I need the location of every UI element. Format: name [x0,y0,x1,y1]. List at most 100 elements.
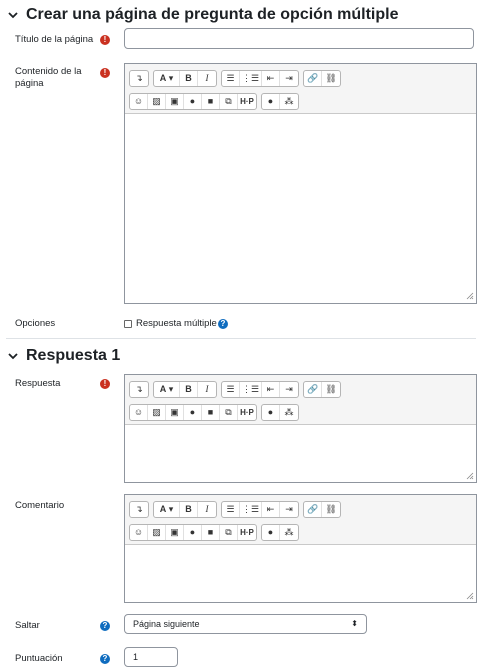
editor-toolbar: ↴ A ▾ B I ☰ ⋮☰ ⇤ ⇥ 🔗 ⛓ ☺ ▨ ▣ ● ■ ⧉ H·P ●… [125,64,476,114]
collapse-toolbar-icon[interactable]: ↴ [130,71,148,86]
editor-content-area[interactable] [125,545,476,602]
microphone-icon[interactable]: ● [184,404,202,420]
unordered-list-icon[interactable]: ☰ [222,501,240,517]
answer-label: Respuesta [15,378,61,389]
editor-content-area[interactable] [125,114,476,302]
font-style-button[interactable]: A ▾ [154,70,180,86]
page-title-label: Título de la página [15,34,94,45]
h5p-button[interactable]: H·P [238,94,256,109]
h5p-label: H·P [240,407,254,417]
section-title: Crear una página de pregunta de opción m… [26,6,399,23]
accessibility-checker-icon[interactable]: ● [262,524,280,540]
h5p-label: H·P [240,96,254,106]
editor-toolbar: ↴ A ▾ B I ☰ ⋮☰ ⇤ ⇥ 🔗 ⛓ ☺ ▨ ▣ ● ■ ⧉ H·P ●… [125,375,476,425]
unlink-icon[interactable]: ⛓ [322,502,340,517]
screenreader-helper-icon[interactable]: ⁂ [280,94,298,109]
ordered-list-icon[interactable]: ⋮☰ [240,70,263,86]
accessibility-checker-icon[interactable]: ● [262,404,280,420]
resize-handle-icon[interactable] [466,292,474,300]
manage-files-icon[interactable]: ⧉ [220,524,238,540]
indent-icon[interactable]: ⇥ [280,382,298,397]
accessibility-checker-icon[interactable]: ● [262,93,280,109]
image-icon[interactable]: ▨ [148,93,166,109]
unordered-list-icon[interactable]: ☰ [222,381,240,397]
chevron-down-icon[interactable] [6,349,20,363]
chevron-down-icon[interactable] [6,8,20,22]
editor-toolbar: ↴ A ▾ B I ☰ ⋮☰ ⇤ ⇥ 🔗 ⛓ ☺ ▨ ▣ ● ■ ⧉ H·P ●… [125,495,476,545]
multiple-answer-checkbox[interactable] [124,320,132,328]
collapse-toolbar-icon[interactable]: ↴ [130,382,148,397]
h5p-button[interactable]: H·P [238,525,256,540]
font-style-label: A [159,504,167,514]
emoji-icon[interactable]: ☺ [130,524,148,540]
editor-content-area[interactable] [125,425,476,482]
required-icon: ! [100,68,110,78]
resize-handle-icon[interactable] [466,592,474,600]
help-icon[interactable]: ? [218,319,228,329]
media-icon[interactable]: ▣ [166,404,184,420]
screenreader-helper-icon[interactable]: ⁂ [280,405,298,420]
unlink-icon[interactable]: ⛓ [322,71,340,86]
manage-files-icon[interactable]: ⧉ [220,93,238,109]
image-icon[interactable]: ▨ [148,404,166,420]
page-title-input[interactable] [124,28,474,49]
required-icon: ! [100,379,110,389]
video-icon[interactable]: ■ [202,524,220,540]
ordered-list-icon[interactable]: ⋮☰ [240,381,263,397]
options-label: Opciones [15,318,56,329]
resize-handle-icon[interactable] [466,472,474,480]
unordered-list-icon[interactable]: ☰ [222,70,240,86]
jump-select-value: Página siguiente [133,619,200,629]
section-header-answer[interactable]: Respuesta 1 [6,347,120,365]
video-icon[interactable]: ■ [202,404,220,420]
font-style-button[interactable]: A ▾ [154,381,180,397]
section-header-page[interactable]: Crear una página de pregunta de opción m… [6,6,399,24]
unlink-icon[interactable]: ⛓ [322,382,340,397]
outdent-icon[interactable]: ⇤ [262,501,281,517]
microphone-icon[interactable]: ● [184,93,202,109]
select-caret-icon: ⬍ [351,619,358,628]
bold-label: B [185,384,192,394]
screenreader-helper-icon[interactable]: ⁂ [280,525,298,540]
italic-button[interactable]: I [198,502,216,517]
manage-files-icon[interactable]: ⧉ [220,404,238,420]
emoji-icon[interactable]: ☺ [130,404,148,420]
italic-label: I [205,73,209,83]
score-input[interactable]: 1 [124,647,178,667]
feedback-editor[interactable]: ↴ A ▾ B I ☰ ⋮☰ ⇤ ⇥ 🔗 ⛓ ☺ ▨ ▣ ● ■ ⧉ H·P ●… [124,494,477,603]
video-icon[interactable]: ■ [202,93,220,109]
link-icon[interactable]: 🔗 [304,501,323,517]
bold-button[interactable]: B [180,381,198,397]
link-icon[interactable]: 🔗 [304,70,323,86]
font-style-label: A [159,384,167,394]
emoji-icon[interactable]: ☺ [130,93,148,109]
italic-button[interactable]: I [198,71,216,86]
feedback-label: Comentario [15,500,65,511]
indent-icon[interactable]: ⇥ [280,502,298,517]
microphone-icon[interactable]: ● [184,524,202,540]
italic-button[interactable]: I [198,382,216,397]
link-icon[interactable]: 🔗 [304,381,323,397]
bold-label: B [185,73,192,83]
image-icon[interactable]: ▨ [148,524,166,540]
answer-editor[interactable]: ↴ A ▾ B I ☰ ⋮☰ ⇤ ⇥ 🔗 ⛓ ☺ ▨ ▣ ● ■ ⧉ H·P ●… [124,374,477,483]
jump-select[interactable]: Página siguiente ⬍ [124,614,367,634]
font-style-button[interactable]: A ▾ [154,501,180,517]
h5p-button[interactable]: H·P [238,405,256,420]
bold-button[interactable]: B [180,501,198,517]
bold-button[interactable]: B [180,70,198,86]
multiple-answer-label: Respuesta múltiple [136,318,217,329]
outdent-icon[interactable]: ⇤ [262,381,281,397]
page-content-editor[interactable]: ↴ A ▾ B I ☰ ⋮☰ ⇤ ⇥ 🔗 ⛓ ☺ ▨ ▣ ● ■ ⧉ H·P ●… [124,63,477,304]
indent-icon[interactable]: ⇥ [280,71,298,86]
font-style-label: A [159,73,167,83]
help-icon[interactable]: ? [100,621,110,631]
media-icon[interactable]: ▣ [166,93,184,109]
ordered-list-icon[interactable]: ⋮☰ [240,501,263,517]
score-input-value: 1 [133,652,139,662]
help-icon[interactable]: ? [100,654,110,664]
collapse-toolbar-icon[interactable]: ↴ [130,502,148,517]
outdent-icon[interactable]: ⇤ [262,70,281,86]
score-label: Puntuación [15,653,63,664]
media-icon[interactable]: ▣ [166,524,184,540]
